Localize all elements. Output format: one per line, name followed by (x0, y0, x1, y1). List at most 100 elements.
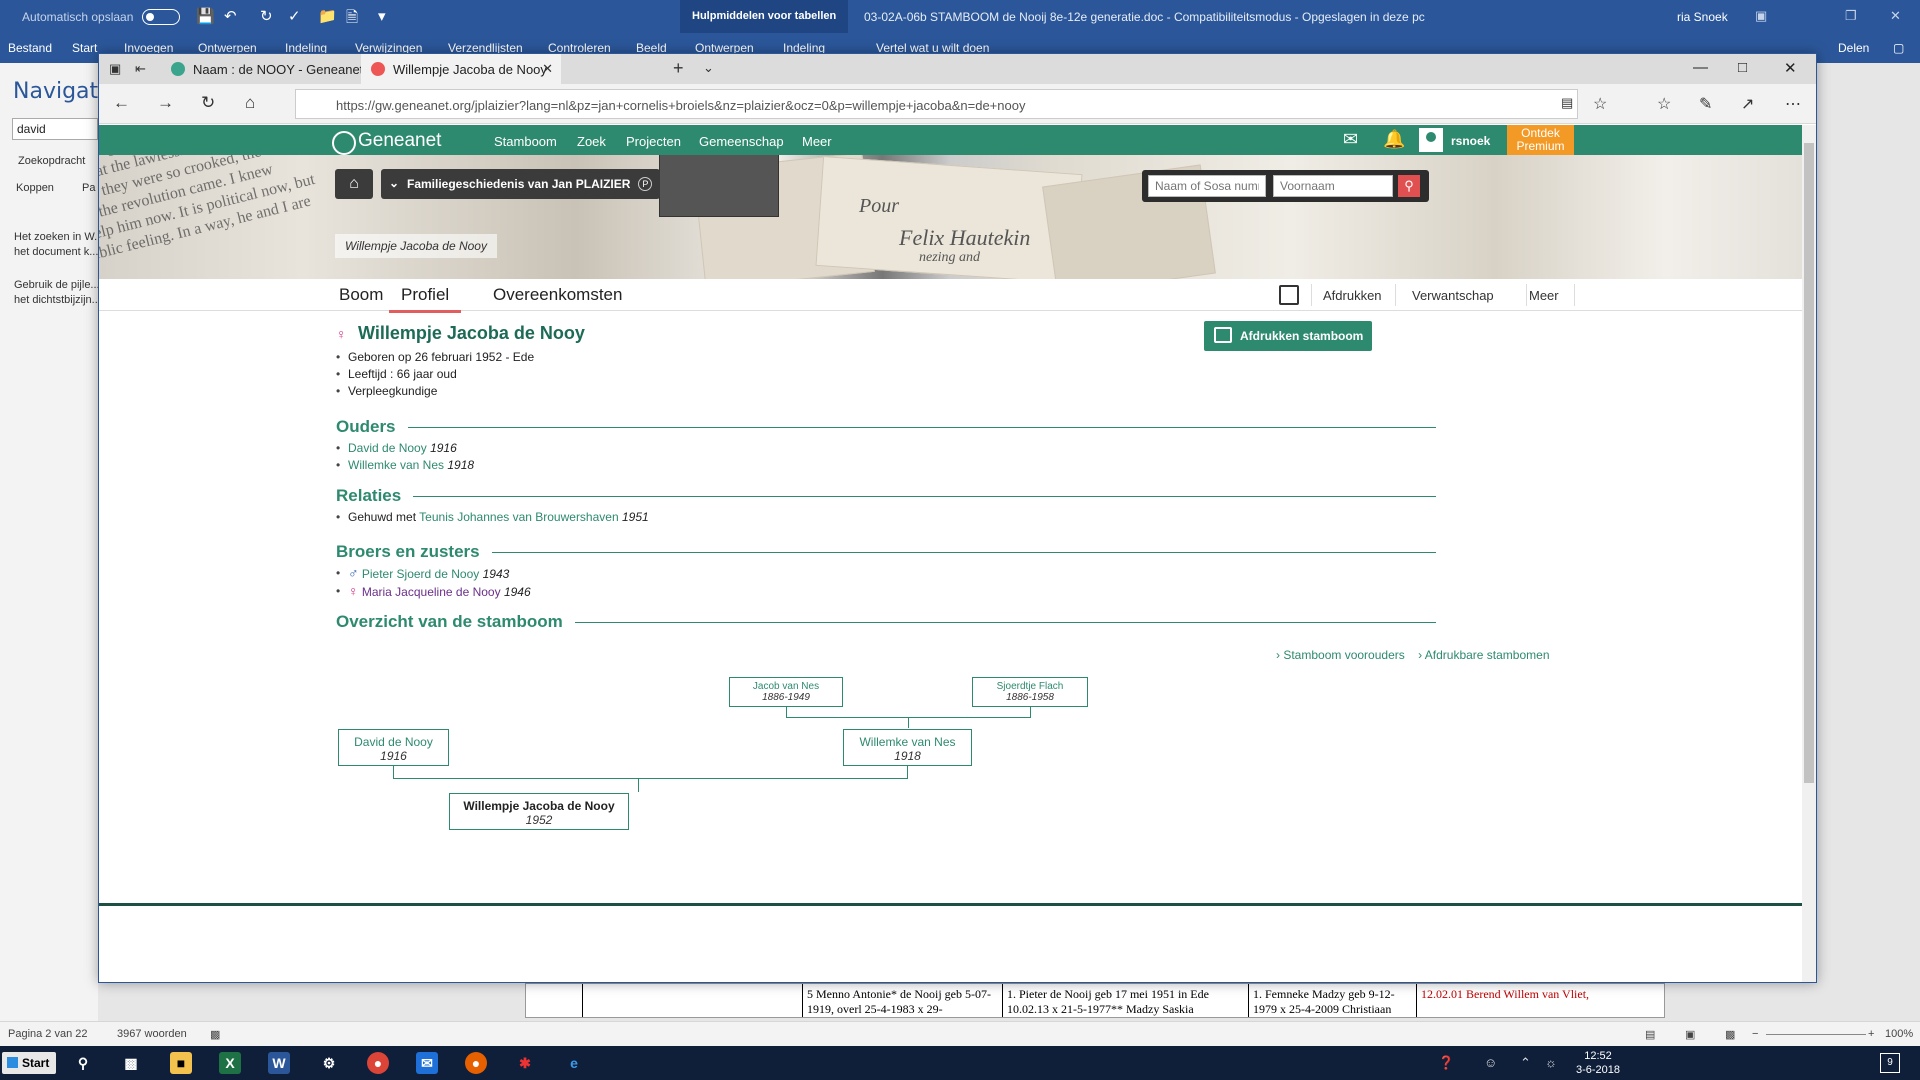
notification-bell-icon[interactable]: 🔔 (1383, 129, 1405, 150)
nav-tab-pages[interactable]: Pa (82, 182, 95, 194)
spouse-link[interactable]: Teunis Johannes van Brouwershaven (419, 510, 618, 524)
zoom-level[interactable]: 100% (1885, 1028, 1913, 1040)
zoom-slider[interactable] (1766, 1034, 1866, 1035)
note-icon[interactable] (1279, 285, 1299, 305)
table-cell[interactable]: 12.02.01 Berend Willem van Vliet, (1416, 984, 1664, 1017)
help-icon[interactable]: ❓ (1438, 1055, 1454, 1071)
printable-trees-link[interactable]: Afdrukbare stambomen (1425, 648, 1550, 662)
save-icon[interactable]: 💾 (196, 7, 215, 25)
tree-node-self[interactable]: Willempje Jacoba de Nooy 1952 (449, 793, 629, 830)
customize-icon[interactable]: ▾ (378, 7, 386, 25)
menu-meer[interactable]: Meer (802, 134, 832, 149)
favorite-star-icon[interactable]: ☆ (1593, 94, 1607, 114)
sibling-link[interactable]: Maria Jacqueline de Nooy (362, 585, 501, 599)
notifications-icon[interactable]: 9 (1880, 1053, 1900, 1073)
menu-projecten[interactable]: Projecten (626, 134, 681, 149)
document-table[interactable]: 5 Menno Antonie* de Nooij geb 5-07-1919,… (525, 983, 1665, 1018)
web-layout-icon[interactable]: ▩ (1725, 1028, 1735, 1041)
share-button[interactable]: Delen (1838, 41, 1869, 55)
print-layout-icon[interactable]: ▣ (1685, 1028, 1695, 1041)
firefox-icon[interactable]: ● (465, 1052, 487, 1074)
ribbon-tab[interactable]: Bestand (8, 41, 52, 55)
zoom-in-icon[interactable]: + (1868, 1028, 1874, 1040)
settings-icon[interactable]: ⚙ (318, 1052, 340, 1074)
name-search-input[interactable] (1148, 175, 1266, 197)
edge-icon[interactable]: e (563, 1052, 585, 1074)
mail-icon[interactable]: ✉ (1343, 129, 1358, 150)
app-icon[interactable]: ✱ (514, 1052, 536, 1074)
parent-link[interactable]: David de Nooy (348, 441, 427, 455)
meer-link[interactable]: Meer (1529, 288, 1559, 303)
maximize-icon[interactable]: □ (1738, 59, 1747, 76)
browser-tab-active[interactable]: Willempje Jacoba de Nooy ✕ (361, 54, 561, 84)
wifi-icon[interactable]: ☼ (1545, 1055, 1557, 1070)
parent-link[interactable]: Willemke van Nes (348, 458, 444, 472)
close-tab-icon[interactable]: ✕ (542, 61, 553, 77)
undo-icon[interactable]: ↶ (224, 7, 237, 25)
favorites-hub-icon[interactable]: ☆ (1657, 94, 1671, 114)
tree-node-grandmother[interactable]: Sjoerdtje Flach 1886-1958 (972, 677, 1088, 707)
menu-gemeenschap[interactable]: Gemeenschap (699, 134, 784, 149)
tree-node-grandfather[interactable]: Jacob van Nes 1886-1949 (729, 677, 843, 707)
home-icon[interactable]: ⌂ (245, 93, 255, 113)
proofing-icon[interactable]: ▩ (210, 1028, 220, 1041)
search-button[interactable]: ⚲ (1398, 175, 1420, 197)
forward-icon[interactable]: → (157, 93, 174, 113)
firstname-search-input[interactable] (1273, 175, 1393, 197)
start-button[interactable]: Start (2, 1052, 56, 1074)
share-icon[interactable]: ↗ (1741, 94, 1754, 114)
sibling-link[interactable]: Pieter Sjoerd de Nooy (362, 567, 479, 581)
minimize-icon[interactable]: — (1693, 59, 1708, 76)
read-mode-icon[interactable]: ▤ (1645, 1028, 1655, 1041)
restore-icon[interactable]: ❐ (1845, 8, 1857, 24)
zoom-out-icon[interactable]: − (1752, 1028, 1758, 1040)
tab-set-aside-icon[interactable]: ▣ (109, 61, 121, 77)
spelling-icon[interactable]: ✓ (288, 7, 301, 25)
search-icon[interactable]: ⚲ (72, 1052, 94, 1074)
url-field[interactable]: https://gw.geneanet.org/jplaizier?lang=n… (295, 89, 1578, 119)
people-icon[interactable]: ☺ (1484, 1055, 1497, 1070)
table-cell[interactable]: 1. Femneke Madzy geb 9-12-1979 x 25-4-20… (1248, 984, 1416, 1017)
premium-button[interactable]: Ontdek Premium (1507, 125, 1574, 155)
word-icon[interactable]: W (268, 1052, 290, 1074)
geneanet-logo[interactable]: Geneanet (332, 130, 441, 155)
avatar[interactable] (1419, 128, 1443, 152)
verwantschap-link[interactable]: Verwantschap (1412, 288, 1494, 303)
scrollbar-thumb[interactable] (1804, 143, 1814, 783)
new-document-icon[interactable]: 🗎 (346, 7, 358, 32)
ancestors-tree-link[interactable]: Stamboom voorouders (1283, 648, 1404, 662)
home-button[interactable]: ⌂ (335, 169, 373, 199)
refresh-icon[interactable]: ↻ (201, 93, 215, 113)
word-close-icon[interactable]: ✕ (1890, 8, 1901, 24)
clock[interactable]: 12:52 3-6-2018 (1570, 1049, 1626, 1077)
nav-tab-search[interactable]: Zoekopdracht (18, 155, 85, 167)
autosave-toggle[interactable] (142, 9, 180, 25)
back-icon[interactable]: ← (113, 93, 130, 113)
tab-overeenkomsten[interactable]: Overeenkomsten (493, 285, 622, 305)
mail-icon[interactable]: ✉ (416, 1052, 438, 1074)
family-tree-selector[interactable]: ⌄ Familiegeschiedenis van Jan PLAIZIER P (381, 169, 661, 199)
page-scrollbar[interactable] (1802, 125, 1816, 982)
username[interactable]: rsnoek (1451, 134, 1490, 148)
task-view-icon[interactable]: ▩ (120, 1052, 142, 1074)
more-icon[interactable]: ⋯ (1785, 94, 1801, 114)
nav-tab-headings[interactable]: Koppen (16, 182, 54, 194)
excel-icon[interactable]: X (219, 1052, 241, 1074)
page-count[interactable]: Pagina 2 van 22 (8, 1028, 88, 1040)
afdrukken-link[interactable]: Afdrukken (1323, 288, 1382, 303)
menu-zoek[interactable]: Zoek (577, 134, 606, 149)
new-tab-icon[interactable]: + (673, 58, 684, 79)
tab-boom[interactable]: Boom (339, 285, 383, 305)
reading-view-icon[interactable]: ▤ (1561, 95, 1573, 111)
table-cell[interactable]: 1. Pieter de Nooij geb 17 mei 1951 in Ed… (1002, 984, 1248, 1017)
tree-node-mother[interactable]: Willemke van Nes 1918 (843, 729, 972, 766)
tab-list-icon[interactable]: ⌄ (703, 60, 714, 76)
ribbon-tab[interactable]: Start (72, 41, 97, 55)
close-window-icon[interactable]: ✕ (1784, 59, 1797, 77)
tab-preview-icon[interactable]: ⇤ (135, 61, 146, 77)
tree-node-father[interactable]: David de Nooy 1916 (338, 729, 449, 766)
open-icon[interactable]: 📁 (318, 7, 337, 25)
ribbon-options-icon[interactable]: ▣ (1755, 8, 1767, 24)
pen-icon[interactable]: ✎ (1699, 94, 1712, 114)
tab-profiel[interactable]: Profiel (389, 285, 462, 313)
